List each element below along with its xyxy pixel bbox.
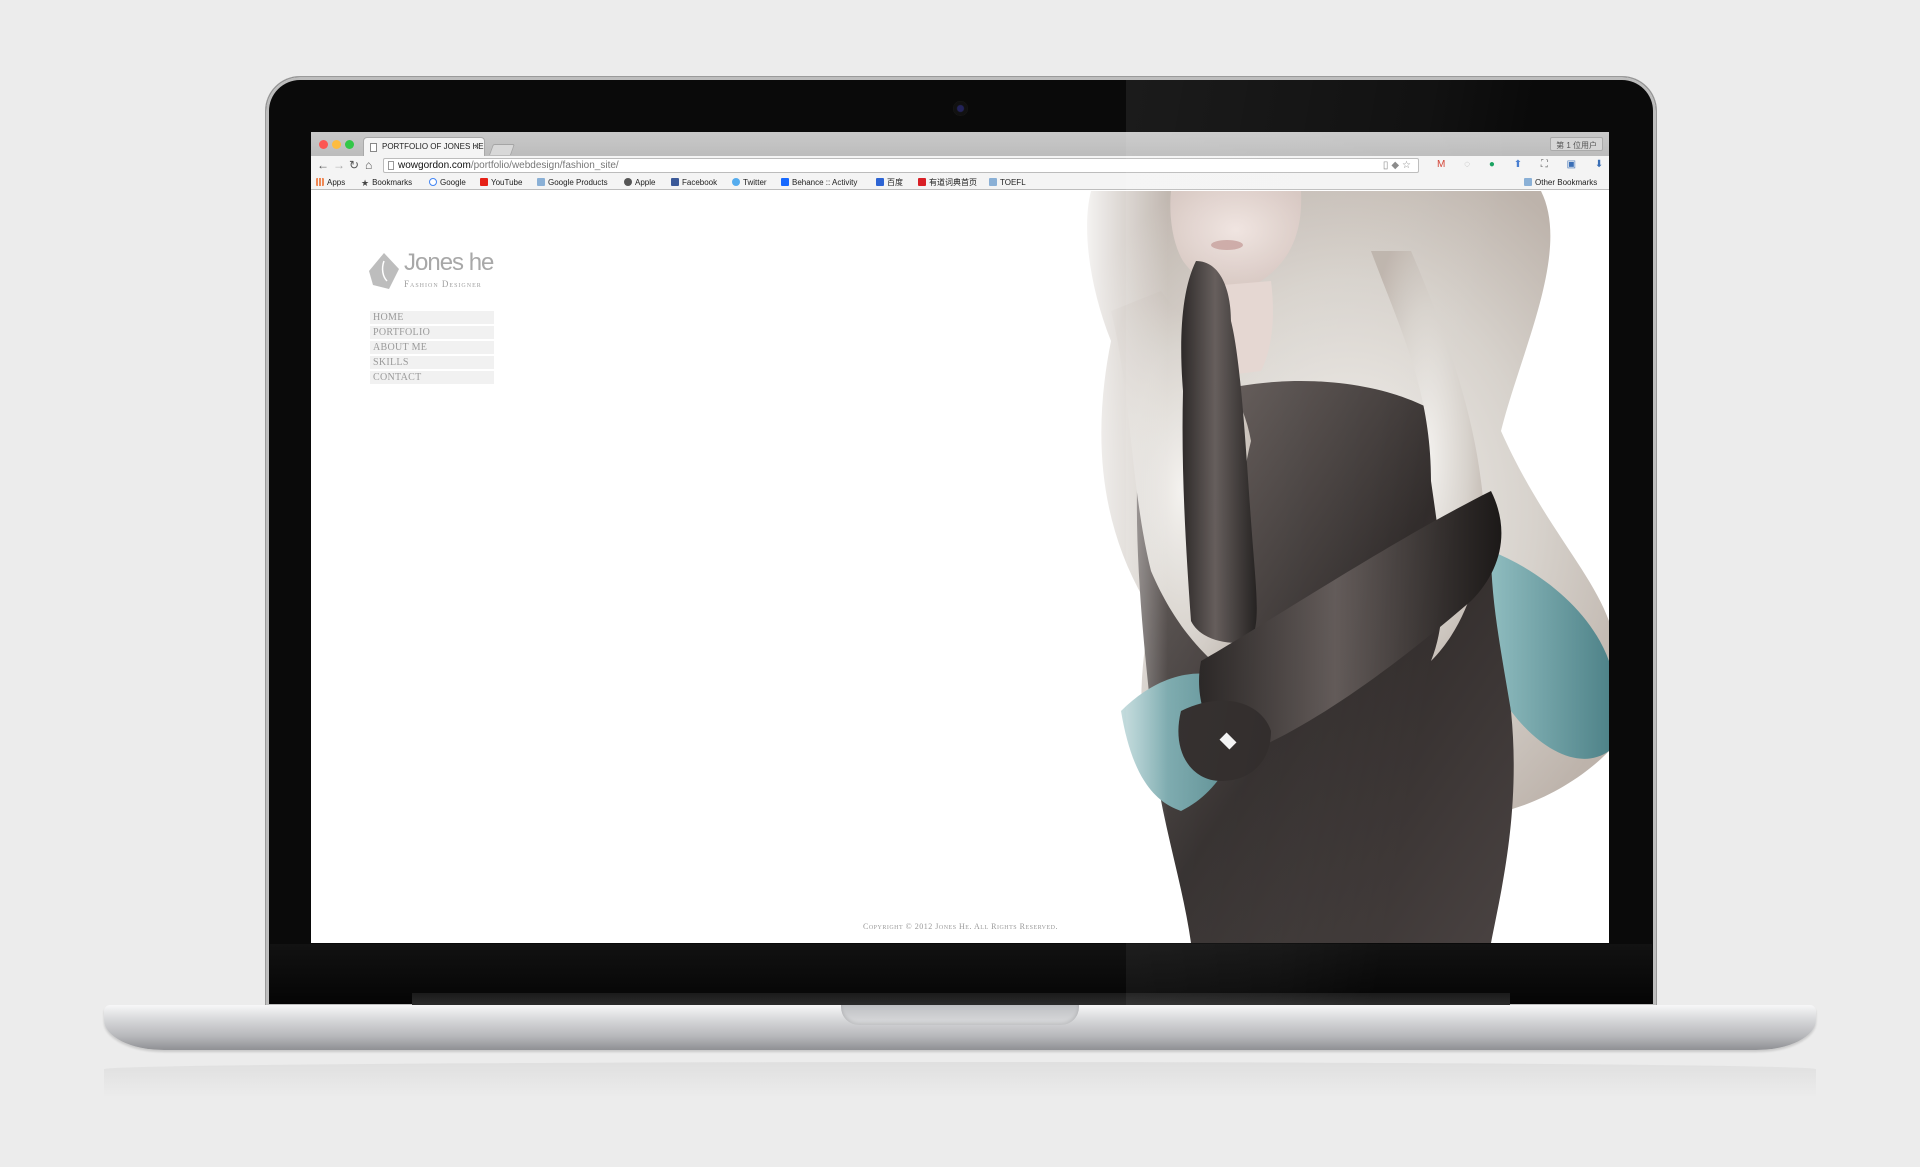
apps-grid-icon — [316, 178, 324, 186]
url-host: wowgordon.com — [398, 160, 471, 171]
youdao-icon — [918, 178, 926, 186]
baidu-icon — [876, 178, 884, 186]
grammarly-icon[interactable]: ● — [1489, 159, 1503, 171]
menu-item-skills[interactable]: SKILLS — [370, 356, 494, 369]
maximize-window-button[interactable] — [345, 140, 354, 149]
web-page: Jones he Fashion Designer HOME PORTFOLIO… — [311, 191, 1609, 943]
bookmark-apple[interactable]: Apple — [624, 177, 655, 188]
google-icon — [429, 178, 437, 186]
behance-icon — [781, 178, 789, 186]
bookmark-youdao[interactable]: 有道词典首页 — [918, 177, 977, 188]
bookmark-star-icon[interactable]: ▯◆☆ — [1383, 159, 1414, 172]
bookmark-facebook[interactable]: Facebook — [671, 177, 717, 188]
extension-icon[interactable]: ▣ — [1567, 159, 1584, 171]
share-icon[interactable]: ⬆ — [1514, 159, 1530, 171]
bookmark-apps[interactable]: Apps — [316, 177, 345, 188]
bookmark-youtube[interactable]: YouTube — [480, 177, 522, 188]
menu-item-contact[interactable]: CONTACT — [370, 371, 494, 384]
home-button[interactable]: ⌂ — [365, 158, 372, 172]
tab-title: PORTFOLIO OF JONES HE — [382, 142, 484, 151]
folder-icon — [537, 178, 545, 186]
extension-icon[interactable]: ◌ — [1464, 159, 1478, 171]
page-info-icon[interactable] — [388, 161, 394, 170]
bookmarks-bar: Apps ★ Bookmarks Google YouTube Google Pr… — [311, 175, 1609, 190]
folder-icon — [1524, 178, 1532, 186]
menu-item-home[interactable]: HOME — [370, 311, 494, 324]
minimize-window-button[interactable] — [332, 140, 341, 149]
menu-item-portfolio[interactable]: PORTFOLIO — [370, 326, 494, 339]
screenshot-icon[interactable]: ⛶ — [1541, 159, 1556, 171]
user-profile-badge[interactable]: 第 1 位用户 — [1550, 137, 1603, 151]
star-icon: ★ — [361, 178, 370, 188]
page-icon — [370, 143, 377, 152]
hero-model-photo — [1071, 191, 1609, 943]
bookmark-twitter[interactable]: Twitter — [732, 177, 767, 188]
menu-item-about-me[interactable]: ABOUT ME — [370, 341, 494, 354]
tab-portfolio[interactable]: PORTFOLIO OF JONES HE × — [363, 137, 485, 156]
back-button[interactable]: ← — [317, 158, 329, 172]
logo-name: Jones he — [404, 249, 494, 276]
copyright-text: Copyright © 2012 Jones He. All Rights Re… — [863, 922, 1058, 931]
facebook-icon — [671, 178, 679, 186]
site-menu: HOME PORTFOLIO ABOUT ME SKILLS CONTACT — [370, 311, 494, 386]
browser-titlebar: PORTFOLIO OF JONES HE × 第 1 位用户 — [311, 132, 1609, 156]
bookmark-baidu[interactable]: 百度 — [876, 177, 903, 188]
extension-icons: M ◌ ● ⬆ ⛶ ▣ ⬇ ◙ ≡ — [1437, 159, 1609, 171]
folder-icon — [989, 178, 997, 186]
reload-button[interactable]: ↻ — [349, 158, 359, 172]
laptop-base-notch — [841, 1005, 1079, 1025]
bookmark-bookmarks[interactable]: ★ Bookmarks — [361, 177, 412, 188]
bookmark-toefl[interactable]: TOEFL — [989, 177, 1026, 188]
laptop-reflection — [104, 1062, 1816, 1098]
bookmark-other[interactable]: Other Bookmarks — [1524, 177, 1597, 188]
diamond-logo-icon — [369, 253, 399, 289]
youtube-icon — [480, 178, 488, 186]
bookmark-google-products[interactable]: Google Products — [537, 177, 608, 188]
logo-subtitle: Fashion Designer — [404, 279, 482, 289]
forward-button[interactable]: → — [333, 158, 345, 172]
twitter-icon — [732, 178, 740, 186]
site-logo[interactable]: Jones he Fashion Designer — [367, 249, 507, 295]
download-icon[interactable]: ⬇ — [1595, 159, 1609, 171]
webcam — [953, 101, 968, 116]
apple-icon — [624, 178, 632, 186]
laptop-screen: PORTFOLIO OF JONES HE × 第 1 位用户 ← → ↻ ⌂ … — [311, 132, 1609, 943]
close-window-button[interactable] — [319, 140, 328, 149]
url-path: /portfolio/webdesign/fashion_site/ — [470, 160, 619, 171]
new-tab-button[interactable] — [488, 144, 516, 155]
bookmark-behance[interactable]: Behance :: Activity — [781, 177, 857, 188]
bookmark-google[interactable]: Google — [429, 177, 466, 188]
browser-toolbar: ← → ↻ ⌂ wowgordon.com/portfolio/webdesig… — [311, 156, 1609, 175]
tab-close-icon[interactable]: × — [474, 142, 479, 151]
address-bar[interactable]: wowgordon.com/portfolio/webdesign/fashio… — [383, 158, 1419, 173]
gmail-icon[interactable]: M — [1437, 159, 1453, 171]
